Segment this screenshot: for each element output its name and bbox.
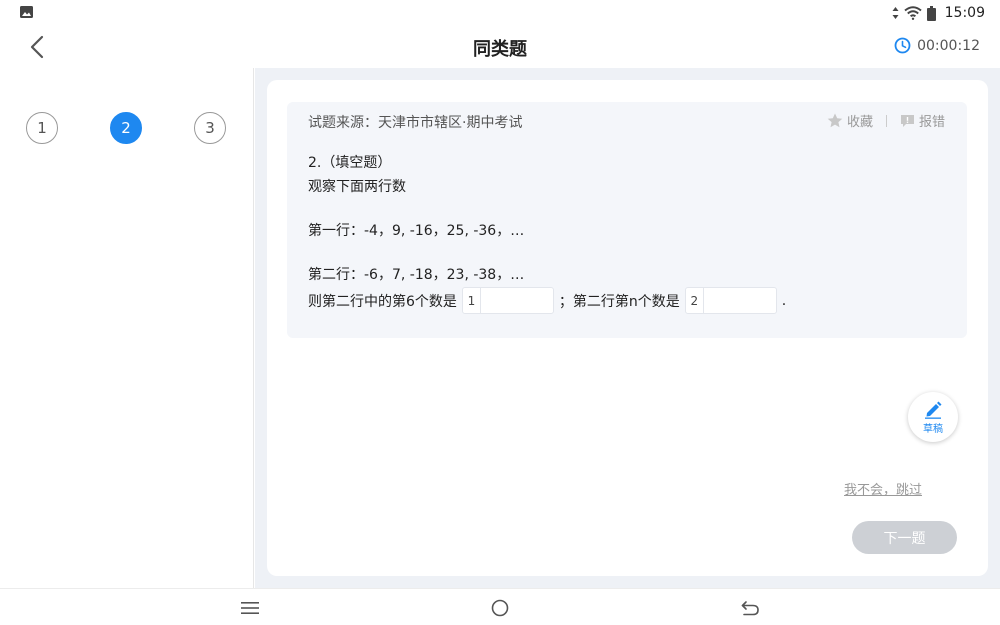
wifi-icon (904, 6, 922, 20)
draft-button[interactable]: 草稿 (908, 392, 958, 442)
status-indicators: 15:09 (892, 4, 985, 22)
report-button[interactable]: 报错 (900, 111, 945, 130)
fill-in-line: 则第二行中的第6个数是 1 ；第二行第n个数是 2 . (308, 287, 786, 314)
answer-blank-2[interactable]: 2 (684, 287, 777, 314)
clock-icon (894, 37, 911, 54)
question-number-panel: 1 2 3 (0, 68, 254, 588)
sequence-row-2: 第二行：-6，7, -18，23, -38，… (308, 267, 525, 283)
question-actions: 收藏 报错 (827, 111, 945, 130)
pencil-icon (925, 401, 942, 419)
question-box: 试题来源：天津市市辖区·期中考试 收藏 报错 2.（填空题） 观察下面两行数 第… (287, 102, 967, 338)
favorite-button[interactable]: 收藏 (827, 111, 873, 130)
menu-icon (241, 602, 259, 614)
favorite-label: 收藏 (846, 115, 873, 130)
return-button[interactable] (738, 597, 762, 619)
report-label: 报错 (918, 115, 945, 130)
fill-prefix: 则第二行中的第6个数是 (308, 293, 457, 310)
status-bar: 15:09 (0, 0, 1000, 26)
home-circle-icon (491, 599, 509, 617)
blank-number-2: 2 (686, 288, 704, 313)
system-nav-bar (0, 588, 1000, 625)
fill-middle: ；第二行第n个数是 (558, 293, 680, 310)
battery-icon (926, 5, 936, 21)
status-time: 15:09 (944, 5, 985, 21)
question-number-2[interactable]: 2 (110, 112, 142, 144)
menu-button[interactable] (238, 597, 262, 619)
timer-value: 00:00:12 (917, 37, 980, 54)
blank-number-1: 1 (463, 288, 481, 313)
next-question-button[interactable]: 下一题 (852, 521, 957, 554)
main-area: 试题来源：天津市市辖区·期中考试 收藏 报错 2.（填空题） 观察下面两行数 第… (255, 68, 1000, 588)
action-divider (885, 114, 887, 127)
question-stem: 观察下面两行数 (308, 179, 406, 195)
timer: 00:00:12 (894, 37, 980, 54)
question-number-3[interactable]: 3 (194, 112, 226, 144)
return-icon (741, 601, 759, 616)
question-number-1[interactable]: 1 (26, 112, 58, 144)
question-type: 2.（填空题） (308, 155, 392, 171)
home-button[interactable] (488, 597, 512, 619)
skip-link[interactable]: 我不会，跳过 (844, 479, 922, 498)
photo-icon (20, 6, 33, 18)
page-title: 同类题 (473, 39, 527, 60)
draft-label: 草稿 (923, 424, 943, 435)
answer-blank-1[interactable]: 1 (461, 287, 554, 314)
data-arrows-icon (892, 7, 899, 19)
header-bar: 同类题 00:00:12 (0, 26, 1000, 68)
sequence-row-1: 第一行：-4，9, -16，25, -36，… (308, 223, 525, 239)
report-icon (900, 114, 914, 127)
question-card: 试题来源：天津市市辖区·期中考试 收藏 报错 2.（填空题） 观察下面两行数 第… (267, 80, 988, 576)
fill-suffix: . (781, 292, 787, 309)
question-source: 试题来源：天津市市辖区·期中考试 (308, 115, 523, 131)
star-icon (827, 113, 843, 128)
